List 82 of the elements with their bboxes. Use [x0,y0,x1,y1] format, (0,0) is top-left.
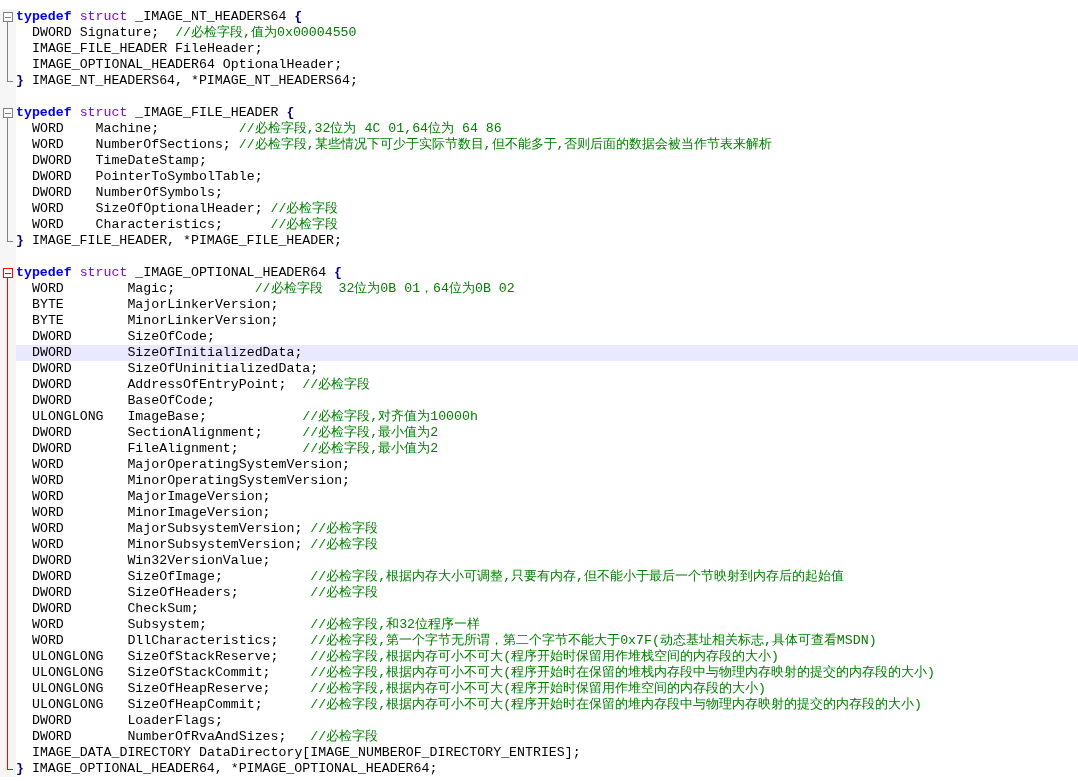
code-text: IMAGE_DATA_DIRECTORY DataDirectory[IMAGE_NUMBEROF_DIRECTORY_ENTRIES]; [32,745,581,760]
code-comment: //必检字段,根据内存可小不可大(程序开始时在保留的堆内存段中与物理内存映射的提交的内存段的大小) [310,697,923,712]
code-comment: //必检字段 [302,377,371,392]
code-comment: //必检字段,值为0x00004550 [175,25,357,40]
code-comment: //必检字段,根据内存大小可调整,只要有内存,但不能小于最后一个节映射到内存后的起始值 [310,569,845,584]
code-text: BYTE MinorLinkerVersion; [32,313,279,328]
code-comment: //必检字段,某些情况下可少于实际节数目,但不能多于,否则后面的数据会被当作节表来解析 [238,137,773,152]
keyword: struct [79,105,128,120]
code-text: DWORD SizeOfInitializedData; [32,345,303,360]
brace: { [334,265,343,280]
code-text: ULONGLONG SizeOfHeapCommit; [32,697,264,712]
identifier: _IMAGE_NT_HEADERS64 [135,9,287,24]
code-text: DWORD SizeOfImage; [32,569,224,584]
brace: } [16,73,24,88]
code-text: DWORD SizeOfCode; [32,329,215,344]
identifier: _IMAGE_FILE_HEADER [135,105,279,120]
code-text: WORD MajorImageVersion; [32,489,271,504]
brace: { [286,105,295,120]
code-comment: //必检字段,和32位程序一样 [310,617,481,632]
code-text: ULONGLONG SizeOfStackReserve; [32,649,280,664]
fold-toggle[interactable] [3,108,13,118]
code-text: WORD Characteristics; [32,217,224,232]
fold-toggle[interactable] [3,268,13,278]
code-text: DWORD SectionAlignment; [32,425,264,440]
code-text: DWORD SizeOfUninitializedData; [32,361,319,376]
identifier: IMAGE_NT_HEADERS64, *PIMAGE_NT_HEADERS64; [31,73,358,88]
identifier: IMAGE_OPTIONAL_HEADER64, *PIMAGE_OPTIONAL_HEADER64; [31,761,438,776]
code-text: DWORD Win32VersionValue; [32,553,271,568]
brace: } [16,761,24,776]
code-comment: //必检字段 [270,217,339,232]
keyword: typedef [16,265,72,280]
code-text: WORD NumberOfSections; [32,137,232,152]
keyword: typedef [16,9,72,24]
code-text: ULONGLONG ImageBase; [32,409,208,424]
code-text: ULONGLONG SizeOfHeapReserve; [32,681,272,696]
code-comment: //必检字段,最小值为2 [302,425,439,440]
code-text: BYTE MajorLinkerVersion; [32,297,279,312]
code-text: WORD Machine; [32,121,161,136]
code-text: DWORD NumberOfSymbols; [32,185,223,200]
code-comment: //必检字段 [270,201,339,216]
code-text: WORD MinorSubsystemVersion; [32,537,304,552]
code-text: WORD Magic; [32,281,177,296]
code-comment: //必检字段,对齐值为10000h [302,409,478,424]
keyword: struct [79,265,128,280]
code-comment: //必检字段,32位为 4C 01,64位为 64 86 [238,121,502,136]
code-comment: //必检字段,根据内存可小不可大(程序开始时在保留的堆栈内存段中与物理内存映射的提交的内存段的大小) [310,665,936,680]
code-comment: //必检字段 [310,729,379,744]
code-comment: //必检字段,根据内存可小不可大(程序开始时保留用作堆栈空间的内存段的大小) [310,649,780,664]
keyword: typedef [16,105,72,120]
code-text: DWORD TimeDateStamp; [32,153,207,168]
code-comment: //必检字段 [310,521,379,536]
code-text: WORD MinorImageVersion; [32,505,271,520]
identifier: IMAGE_FILE_HEADER, *PIMAGE_FILE_HEADER; [31,233,342,248]
code-comment: //必检字段 [310,585,379,600]
code-text: DWORD Signature; [32,25,161,40]
code-text: WORD MajorSubsystemVersion; [32,521,304,536]
code-text: WORD MajorOperatingSystemVersion; [32,457,351,472]
code-text: WORD DllCharacteristics; [32,633,280,648]
code-comment: //必检字段,根据内存可小不可大(程序开始时保留用作堆空间的内存段的大小) [310,681,767,696]
code-comment: //必检字段 [310,537,379,552]
code-text: IMAGE_OPTIONAL_HEADER64 OptionalHeader; [32,57,343,72]
code-text: DWORD FileAlignment; [32,441,240,456]
code-text: WORD SizeOfOptionalHeader; [32,201,264,216]
code-comment: //必检字段,最小值为2 [302,441,439,456]
brace: } [16,233,24,248]
code-text: DWORD PointerToSymbolTable; [32,169,263,184]
code-text: DWORD BaseOfCode; [32,393,215,408]
code-text: WORD Subsystem; [32,617,208,632]
code-text: WORD MinorOperatingSystemVersion; [32,473,351,488]
keyword: struct [79,9,128,24]
fold-toggle[interactable] [3,12,13,22]
code-text: DWORD LoaderFlags; [32,713,223,728]
code-text: DWORD NumberOfRvaAndSizes; [32,729,288,744]
code-text: IMAGE_FILE_HEADER FileHeader; [32,41,263,56]
code-text: DWORD AddressOfEntryPoint; [32,377,288,392]
brace: { [294,9,303,24]
identifier: _IMAGE_OPTIONAL_HEADER64 [135,265,327,280]
code-text: DWORD CheckSum; [32,601,199,616]
code-text: ULONGLONG SizeOfStackCommit; [32,665,272,680]
code-comment: //必检字段,第一个字节无所谓，第二个字节不能大于0x7F(动态基址相关标志,具体可查看MSDN) [310,633,877,648]
code-comment: //必检字段 32位为0B 01，64位为0B 02 [254,281,515,296]
code-text: DWORD SizeOfHeaders; [32,585,240,600]
